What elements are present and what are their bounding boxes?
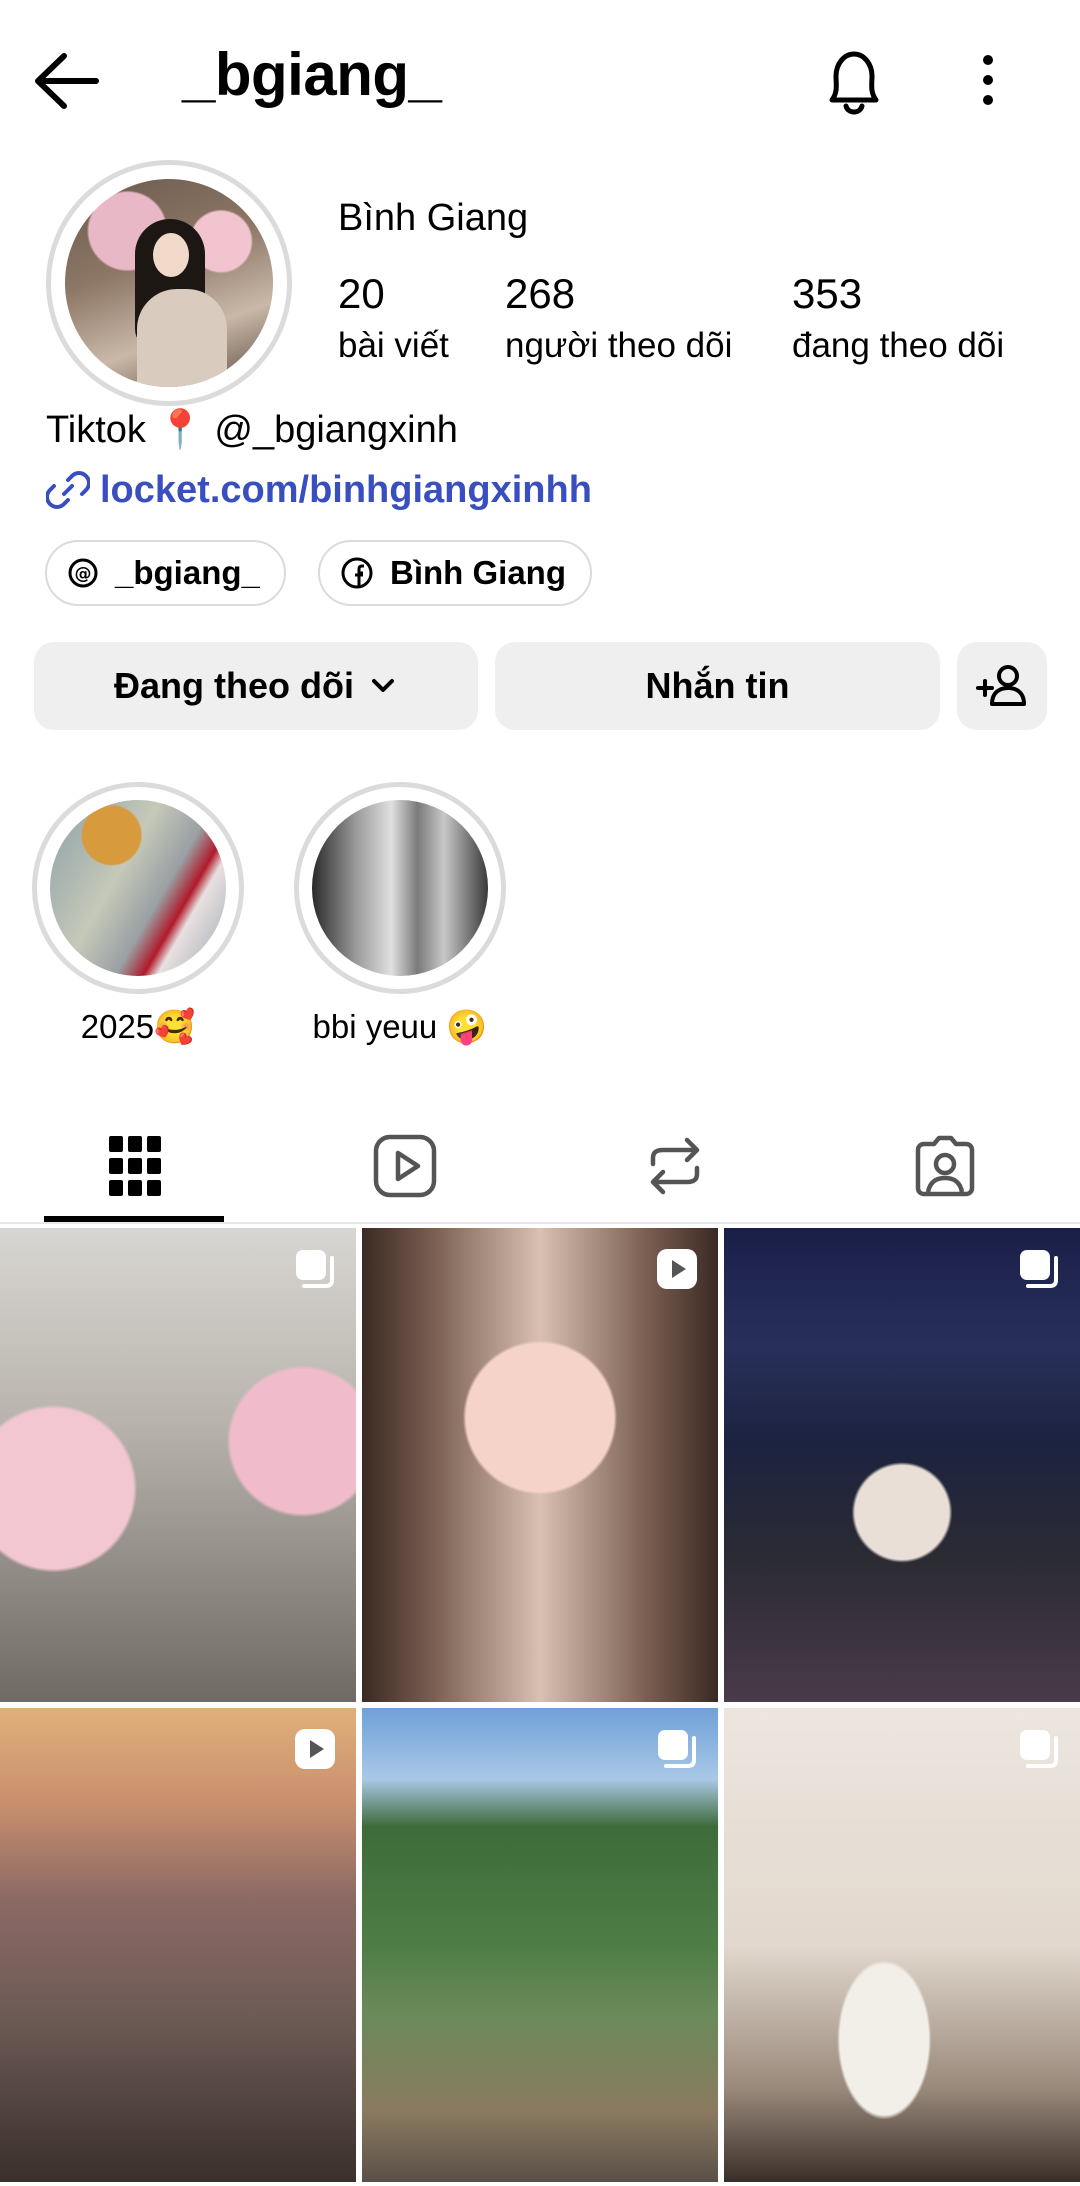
post-thumbnail[interactable] xyxy=(724,1228,1080,1702)
profile-tabs xyxy=(0,1110,1080,1222)
post-thumbnail[interactable] xyxy=(362,1708,718,2182)
top-bar: _bgiang_ xyxy=(0,0,1080,160)
threads-chip[interactable]: @ _bgiang_ xyxy=(45,540,286,606)
facebook-chip-label: Bình Giang xyxy=(390,554,566,591)
arrow-left-icon[interactable] xyxy=(30,48,104,114)
carousel-icon xyxy=(658,1730,696,1768)
highlight-image xyxy=(312,800,488,976)
highlight-ring xyxy=(294,782,506,994)
tab-reposts[interactable] xyxy=(540,1110,810,1222)
post-thumbnail[interactable] xyxy=(0,1708,356,2182)
message-button-label: Nhắn tin xyxy=(645,665,790,706)
carousel-icon xyxy=(296,1250,334,1288)
facebook-icon xyxy=(341,557,373,589)
reel-icon xyxy=(295,1729,335,1769)
highlight-ring xyxy=(32,782,244,994)
profile-link-text: locket.com/binhgiangxinhh xyxy=(100,468,592,511)
posts-count[interactable]: 20 xyxy=(338,270,385,318)
post-thumbnail[interactable] xyxy=(0,1228,356,1702)
following-count[interactable]: 353 xyxy=(792,270,862,318)
grid-icon xyxy=(109,1136,161,1196)
following-label[interactable]: đang theo dõi xyxy=(792,326,1004,366)
posts-label[interactable]: bài viết xyxy=(338,326,449,366)
highlight-image xyxy=(50,800,226,976)
following-button-label: Đang theo dõi xyxy=(114,665,354,706)
post-thumbnail[interactable] xyxy=(724,1708,1080,2182)
message-button[interactable]: Nhắn tin xyxy=(495,642,940,730)
chevron-down-icon xyxy=(371,679,394,692)
svg-text:@: @ xyxy=(75,564,92,584)
followers-label[interactable]: người theo dõi xyxy=(505,326,732,366)
highlight-label: 2025🥰 xyxy=(80,1008,196,1045)
tab-posts[interactable] xyxy=(0,1110,270,1222)
profile-username: _bgiang_ xyxy=(182,41,442,108)
display-name: Bình Giang xyxy=(338,197,529,239)
followers-count[interactable]: 268 xyxy=(505,270,575,318)
reels-icon xyxy=(373,1134,437,1198)
threads-icon: @ xyxy=(68,558,98,588)
link-icon xyxy=(46,471,90,509)
add-person-icon xyxy=(976,665,1026,706)
bell-icon[interactable] xyxy=(818,44,890,120)
threads-chip-label: _bgiang_ xyxy=(115,554,260,591)
avatar-image xyxy=(65,179,273,387)
bio-text: Tiktok 📍 @_bgiangxinh xyxy=(46,409,458,451)
highlight-item[interactable]: bbi yeuu 🤪 xyxy=(294,782,506,1047)
reel-icon xyxy=(657,1249,697,1289)
repost-icon xyxy=(650,1137,700,1195)
add-person-button[interactable] xyxy=(957,642,1047,730)
profile-link[interactable]: locket.com/binhgiangxinhh xyxy=(46,468,592,512)
carousel-icon xyxy=(1020,1250,1058,1288)
more-vertical-icon[interactable] xyxy=(968,52,1008,112)
tagged-person-icon xyxy=(915,1135,975,1197)
tab-divider xyxy=(0,1222,1080,1224)
avatar[interactable] xyxy=(46,160,292,406)
highlight-item[interactable]: 2025🥰 xyxy=(32,782,244,1047)
facebook-chip[interactable]: Bình Giang xyxy=(318,540,592,606)
post-thumbnail[interactable] xyxy=(362,1228,718,1702)
carousel-icon xyxy=(1020,1730,1058,1768)
highlight-label: bbi yeuu 🤪 xyxy=(312,1008,488,1045)
following-button[interactable]: Đang theo dõi xyxy=(34,642,478,730)
tab-tagged[interactable] xyxy=(810,1110,1080,1222)
tab-reels[interactable] xyxy=(270,1110,540,1222)
